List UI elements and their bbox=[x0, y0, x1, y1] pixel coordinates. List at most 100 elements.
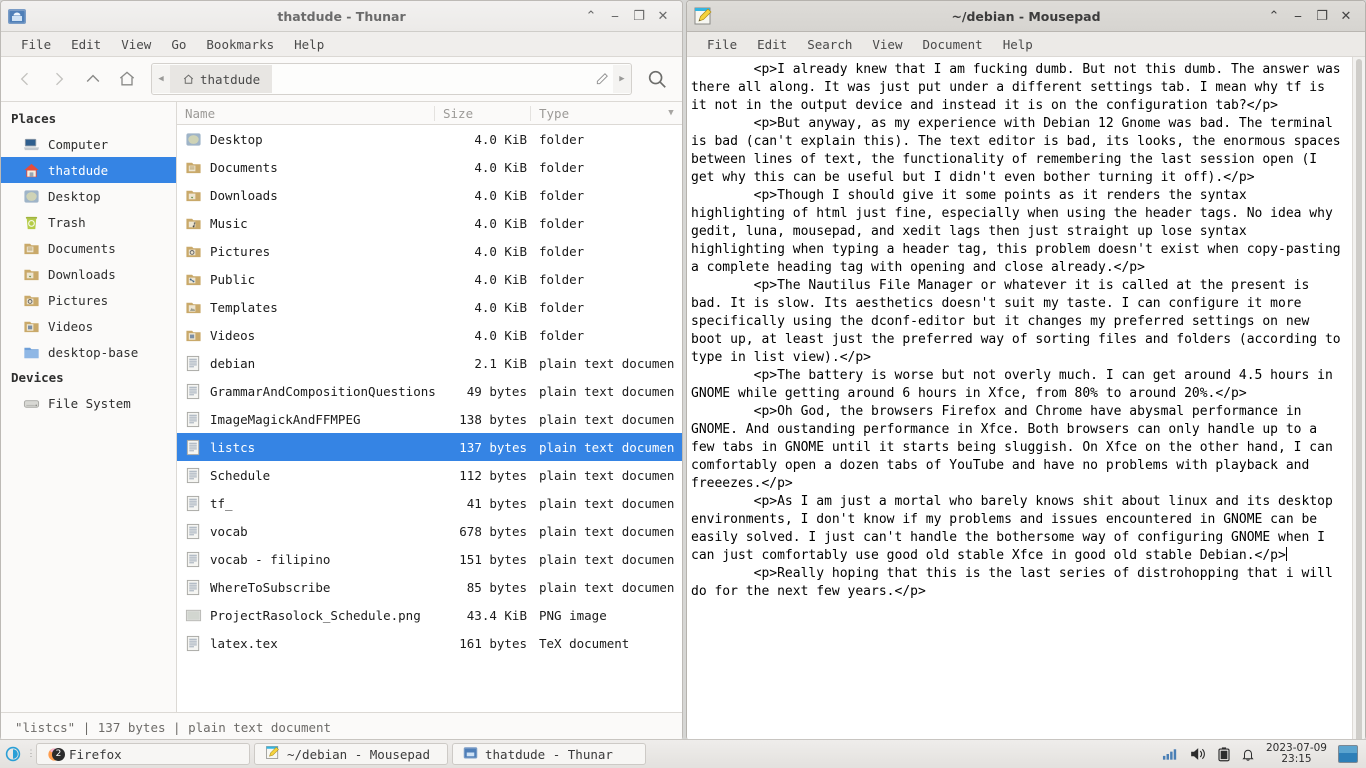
notification-bell-icon[interactable] bbox=[1241, 747, 1255, 762]
thunar-titlebar[interactable]: thatdude - Thunar ⌃ ⎯ ❐ ✕ bbox=[1, 1, 682, 32]
clock[interactable]: 2023-07-09 23:15 bbox=[1266, 743, 1327, 765]
column-header-size[interactable]: Size bbox=[435, 105, 531, 121]
task-button-label: Firefox bbox=[69, 746, 122, 762]
battery-icon[interactable] bbox=[1218, 746, 1230, 762]
show-desktop-icon[interactable] bbox=[1338, 745, 1358, 763]
sidebar-item-videos[interactable]: Videos bbox=[1, 313, 176, 339]
table-row[interactable]: Downloads 4.0 KiB folder bbox=[177, 181, 682, 209]
table-row[interactable]: latex.tex 161 bytes TeX document bbox=[177, 629, 682, 657]
task-button-firefox[interactable]: 2 Firefox bbox=[36, 743, 250, 765]
close-icon[interactable]: ✕ bbox=[1335, 5, 1357, 27]
taskbar-handle[interactable]: ⋮ bbox=[26, 749, 36, 759]
folder-icon bbox=[23, 344, 40, 361]
task-button-label: thatdude - Thunar bbox=[485, 746, 613, 762]
menu-file[interactable]: File bbox=[697, 35, 747, 54]
table-row[interactable]: GrammarAndCompositionQuestions 49 bytes pl… bbox=[177, 377, 682, 405]
sidebar-item-thatdude[interactable]: thatdude bbox=[1, 157, 176, 183]
thunar-menubar: File Edit View Go Bookmarks Help bbox=[1, 32, 682, 57]
path-bar[interactable]: ◀ thatdude ▶ bbox=[151, 63, 632, 95]
sidebar-item-documents[interactable]: Documents bbox=[1, 235, 176, 261]
table-row[interactable]: Pictures 4.0 KiB folder bbox=[177, 237, 682, 265]
maximize-icon[interactable]: ❐ bbox=[628, 5, 650, 27]
menu-file[interactable]: File bbox=[11, 35, 61, 54]
file-size-cell: 4.0 KiB bbox=[474, 271, 527, 287]
table-row[interactable]: vocab - filipino 151 bytes plain text docu… bbox=[177, 545, 682, 573]
menu-go[interactable]: Go bbox=[161, 35, 196, 54]
file-name-label: Pictures bbox=[210, 243, 271, 259]
table-row[interactable]: Schedule 112 bytes plain text documen bbox=[177, 461, 682, 489]
path-scroll-right-icon[interactable]: ▶ bbox=[613, 65, 631, 93]
menu-document[interactable]: Document bbox=[912, 35, 992, 54]
table-row[interactable]: vocab 678 bytes plain text documen bbox=[177, 517, 682, 545]
sidebar-item-desktop[interactable]: Desktop bbox=[1, 183, 176, 209]
file-name-cell: Public bbox=[177, 271, 435, 288]
table-row[interactable]: debian 2.1 KiB plain text documen bbox=[177, 349, 682, 377]
menu-bookmarks[interactable]: Bookmarks bbox=[196, 35, 284, 54]
path-scroll-left-icon[interactable]: ◀ bbox=[152, 65, 170, 93]
sidebar-item-desktop-base[interactable]: desktop-base bbox=[1, 339, 176, 365]
task-button-thunar[interactable]: thatdude - Thunar bbox=[452, 743, 646, 765]
menu-help[interactable]: Help bbox=[993, 35, 1043, 54]
file-type-cell: folder bbox=[539, 243, 585, 259]
mousepad-scrollbar[interactable] bbox=[1352, 57, 1365, 741]
table-row[interactable]: Desktop 4.0 KiB folder bbox=[177, 125, 682, 153]
file-name-cell: Pictures bbox=[177, 243, 435, 260]
up-icon[interactable] bbox=[77, 63, 109, 95]
back-icon[interactable] bbox=[9, 63, 41, 95]
menu-edit[interactable]: Edit bbox=[61, 35, 111, 54]
pencil-icon[interactable] bbox=[591, 72, 613, 86]
table-row[interactable]: Documents 4.0 KiB folder bbox=[177, 153, 682, 181]
home-icon[interactable] bbox=[111, 63, 143, 95]
column-header-name[interactable]: Name bbox=[177, 105, 435, 121]
sidebar-item-downloads[interactable]: Downloads bbox=[1, 261, 176, 287]
table-row[interactable]: Templates 4.0 KiB folder bbox=[177, 293, 682, 321]
thunar-window-buttons: ⌃ ⎯ ❐ ✕ bbox=[580, 5, 682, 27]
sidebar-device-file-system[interactable]: File System bbox=[1, 390, 176, 416]
table-row[interactable]: Music 4.0 KiB folder bbox=[177, 209, 682, 237]
sidebar-item-computer[interactable]: Computer bbox=[1, 131, 176, 157]
shade-icon[interactable]: ⌃ bbox=[580, 5, 602, 27]
table-row[interactable]: Public 4.0 KiB folder bbox=[177, 265, 682, 293]
scrollbar-thumb[interactable] bbox=[1356, 59, 1362, 741]
menu-view[interactable]: View bbox=[862, 35, 912, 54]
notepad-icon bbox=[265, 745, 280, 763]
xfce-menu-icon[interactable] bbox=[0, 746, 26, 762]
table-row[interactable]: ProjectRasolock_Schedule.png 43.4 KiB PNG … bbox=[177, 601, 682, 629]
file-name-label: listcs bbox=[210, 439, 256, 455]
network-signal-icon[interactable] bbox=[1162, 747, 1179, 761]
text-file-icon bbox=[185, 635, 202, 652]
column-header-type[interactable]: Type bbox=[531, 106, 660, 121]
table-row[interactable]: listcs 137 bytes plain text documen bbox=[177, 433, 682, 461]
chevron-down-icon[interactable]: ▼ bbox=[660, 108, 682, 118]
computer-icon bbox=[23, 136, 40, 153]
menu-view[interactable]: View bbox=[111, 35, 161, 54]
table-row[interactable]: tf_ 41 bytes plain text documen bbox=[177, 489, 682, 517]
menu-search[interactable]: Search bbox=[797, 35, 862, 54]
minimize-icon[interactable]: ⎯ bbox=[1287, 5, 1309, 27]
shade-icon[interactable]: ⌃ bbox=[1263, 5, 1285, 27]
menu-help[interactable]: Help bbox=[284, 35, 334, 54]
menu-edit[interactable]: Edit bbox=[747, 35, 797, 54]
minimize-icon[interactable]: ⎯ bbox=[604, 5, 626, 27]
maximize-icon[interactable]: ❐ bbox=[1311, 5, 1333, 27]
search-icon[interactable] bbox=[640, 63, 674, 95]
text-file-icon bbox=[185, 439, 202, 456]
close-icon[interactable]: ✕ bbox=[652, 5, 674, 27]
sidebar-item-trash[interactable]: Trash bbox=[1, 209, 176, 235]
system-tray: 2023-07-09 23:15 bbox=[1162, 743, 1366, 765]
breadcrumb-thatdude[interactable]: thatdude bbox=[170, 65, 273, 93]
mousepad-document-text[interactable]: <p>I already knew that I am fucking dumb… bbox=[687, 57, 1352, 741]
file-type-cell: folder bbox=[539, 215, 585, 231]
table-row[interactable]: ImageMagickAndFFMPEG 138 bytes plain text … bbox=[177, 405, 682, 433]
task-button-label: ~/debian - Mousepad bbox=[287, 746, 430, 762]
volume-icon[interactable] bbox=[1190, 747, 1207, 761]
folder-icon bbox=[463, 745, 478, 763]
mousepad-titlebar[interactable]: ~/debian - Mousepad ⌃ ⎯ ❐ ✕ bbox=[687, 1, 1365, 32]
table-row[interactable]: Videos 4.0 KiB folder bbox=[177, 321, 682, 349]
forward-icon[interactable] bbox=[43, 63, 75, 95]
sidebar-item-pictures[interactable]: Pictures bbox=[1, 287, 176, 313]
table-row[interactable]: WhereToSubscribe 85 bytes plain text docum… bbox=[177, 573, 682, 601]
public-folder-icon bbox=[185, 271, 202, 288]
task-button-mousepad[interactable]: ~/debian - Mousepad bbox=[254, 743, 448, 765]
mousepad-text-area[interactable]: <p>I already knew that I am fucking dumb… bbox=[687, 57, 1365, 741]
